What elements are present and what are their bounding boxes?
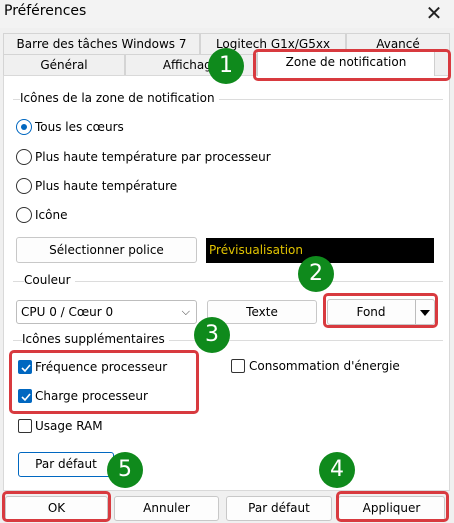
tab-windows7-taskbar[interactable]: Barre des tâches Windows 7 [3, 33, 200, 54]
background-color-label: Fond [356, 305, 386, 319]
tab-general[interactable]: Général [3, 54, 125, 75]
step-badge-3: 3 [194, 317, 230, 353]
radio-icon[interactable] [16, 207, 32, 223]
window-title: Préférences [4, 3, 87, 19]
core-select-value: CPU 0 / Cœur 0 [21, 305, 114, 319]
ok-button[interactable]: OK [5, 496, 108, 521]
processor-frequency-label: Fréquence processeur [35, 360, 168, 374]
extra-icons-group-title: Icônes supplémentaires [22, 332, 169, 346]
ram-usage-label: Usage RAM [35, 419, 103, 433]
extra-icons-default-button[interactable]: Par défaut [18, 452, 114, 477]
apply-button[interactable]: Appliquer [338, 496, 445, 521]
power-consumption-label: Consommation d'énergie [249, 359, 400, 373]
background-color-button[interactable]: Fond [327, 299, 435, 325]
color-group-title: Couleur [24, 273, 75, 287]
group-divider [13, 281, 443, 282]
processor-load-label: Charge processeur [35, 389, 148, 403]
tab-notification-area[interactable]: Zone de notification [257, 51, 435, 76]
cancel-button[interactable]: Annuler [114, 496, 219, 521]
processor-frequency-checkbox[interactable] [18, 360, 32, 374]
step-badge-1: 1 [208, 48, 244, 84]
radio-highest-temp[interactable] [16, 178, 32, 194]
close-icon[interactable]: ✕ [423, 0, 445, 26]
radio-icon-label: Icône [35, 208, 68, 222]
power-consumption-checkbox[interactable] [231, 359, 245, 373]
tray-icons-group-title: Icônes de la zone de notification [20, 91, 219, 105]
step-badge-4: 4 [319, 452, 355, 488]
step-badge-2: 2 [298, 256, 334, 292]
radio-highest-temp-label: Plus haute température [35, 179, 178, 193]
radio-highest-temp-per-cpu-label: Plus haute température par processeur [35, 150, 271, 164]
ram-usage-checkbox[interactable] [18, 419, 32, 433]
radio-all-cores[interactable] [16, 119, 32, 135]
radio-all-cores-label: Tous les cœurs [35, 120, 124, 134]
select-font-button[interactable]: Sélectionner police [16, 237, 197, 263]
default-button[interactable]: Par défaut [226, 496, 332, 521]
dropdown-arrow-icon[interactable] [415, 300, 434, 324]
radio-highest-temp-per-cpu[interactable] [16, 149, 32, 165]
core-select[interactable]: CPU 0 / Cœur 0 ⌵ [16, 300, 197, 324]
chevron-down-icon: ⌵ [181, 305, 190, 318]
processor-load-checkbox[interactable] [18, 389, 32, 403]
step-badge-5: 5 [107, 452, 143, 488]
